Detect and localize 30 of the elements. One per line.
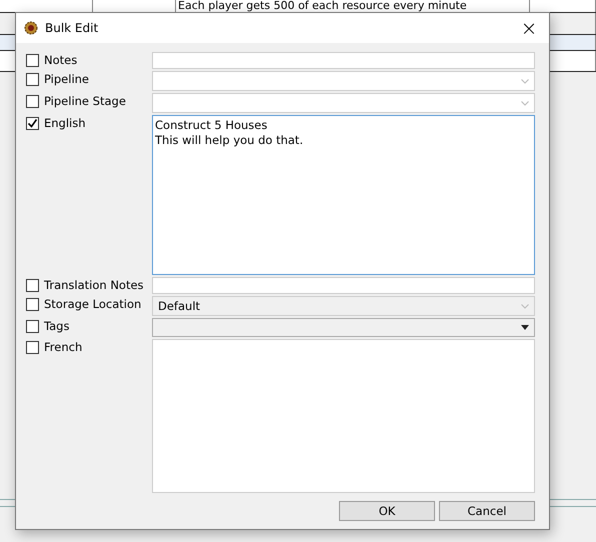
field-label: Storage Location bbox=[44, 297, 142, 311]
combo-value: Default bbox=[158, 299, 202, 313]
checkbox[interactable] bbox=[26, 116, 39, 130]
checkbox[interactable] bbox=[26, 72, 39, 86]
checkbox[interactable] bbox=[26, 340, 39, 354]
close-button[interactable]: × bbox=[509, 13, 549, 43]
text-area[interactable]: Construct 5 Houses This will help you do that. bbox=[152, 115, 535, 275]
chevron-icon bbox=[521, 304, 529, 308]
checkbox[interactable] bbox=[26, 54, 39, 66]
checkbox[interactable] bbox=[26, 94, 39, 108]
checkbox[interactable] bbox=[26, 278, 39, 292]
field-label: Tags bbox=[44, 319, 70, 333]
ok-button[interactable]: OK bbox=[339, 501, 435, 521]
field-label: Pipeline Stage bbox=[44, 94, 126, 108]
field-label: French bbox=[44, 340, 82, 354]
gear-icon bbox=[24, 21, 38, 35]
chevron-icon bbox=[521, 100, 529, 106]
combo-box[interactable]: Default bbox=[152, 296, 535, 316]
text-field[interactable] bbox=[152, 52, 535, 69]
field-label: Notes bbox=[44, 53, 78, 67]
checkbox[interactable] bbox=[26, 298, 39, 310]
field-label: Pipeline bbox=[44, 72, 90, 86]
chevron-icon bbox=[521, 325, 529, 330]
cancel-button[interactable]: Cancel bbox=[439, 501, 535, 521]
chevron-icon bbox=[521, 78, 529, 84]
checkbox[interactable] bbox=[26, 320, 39, 332]
field-label: Translation Notes bbox=[44, 278, 144, 292]
field-label: English bbox=[44, 116, 86, 130]
window-title: Bulk Edit bbox=[45, 21, 100, 35]
text-field[interactable] bbox=[152, 277, 535, 294]
